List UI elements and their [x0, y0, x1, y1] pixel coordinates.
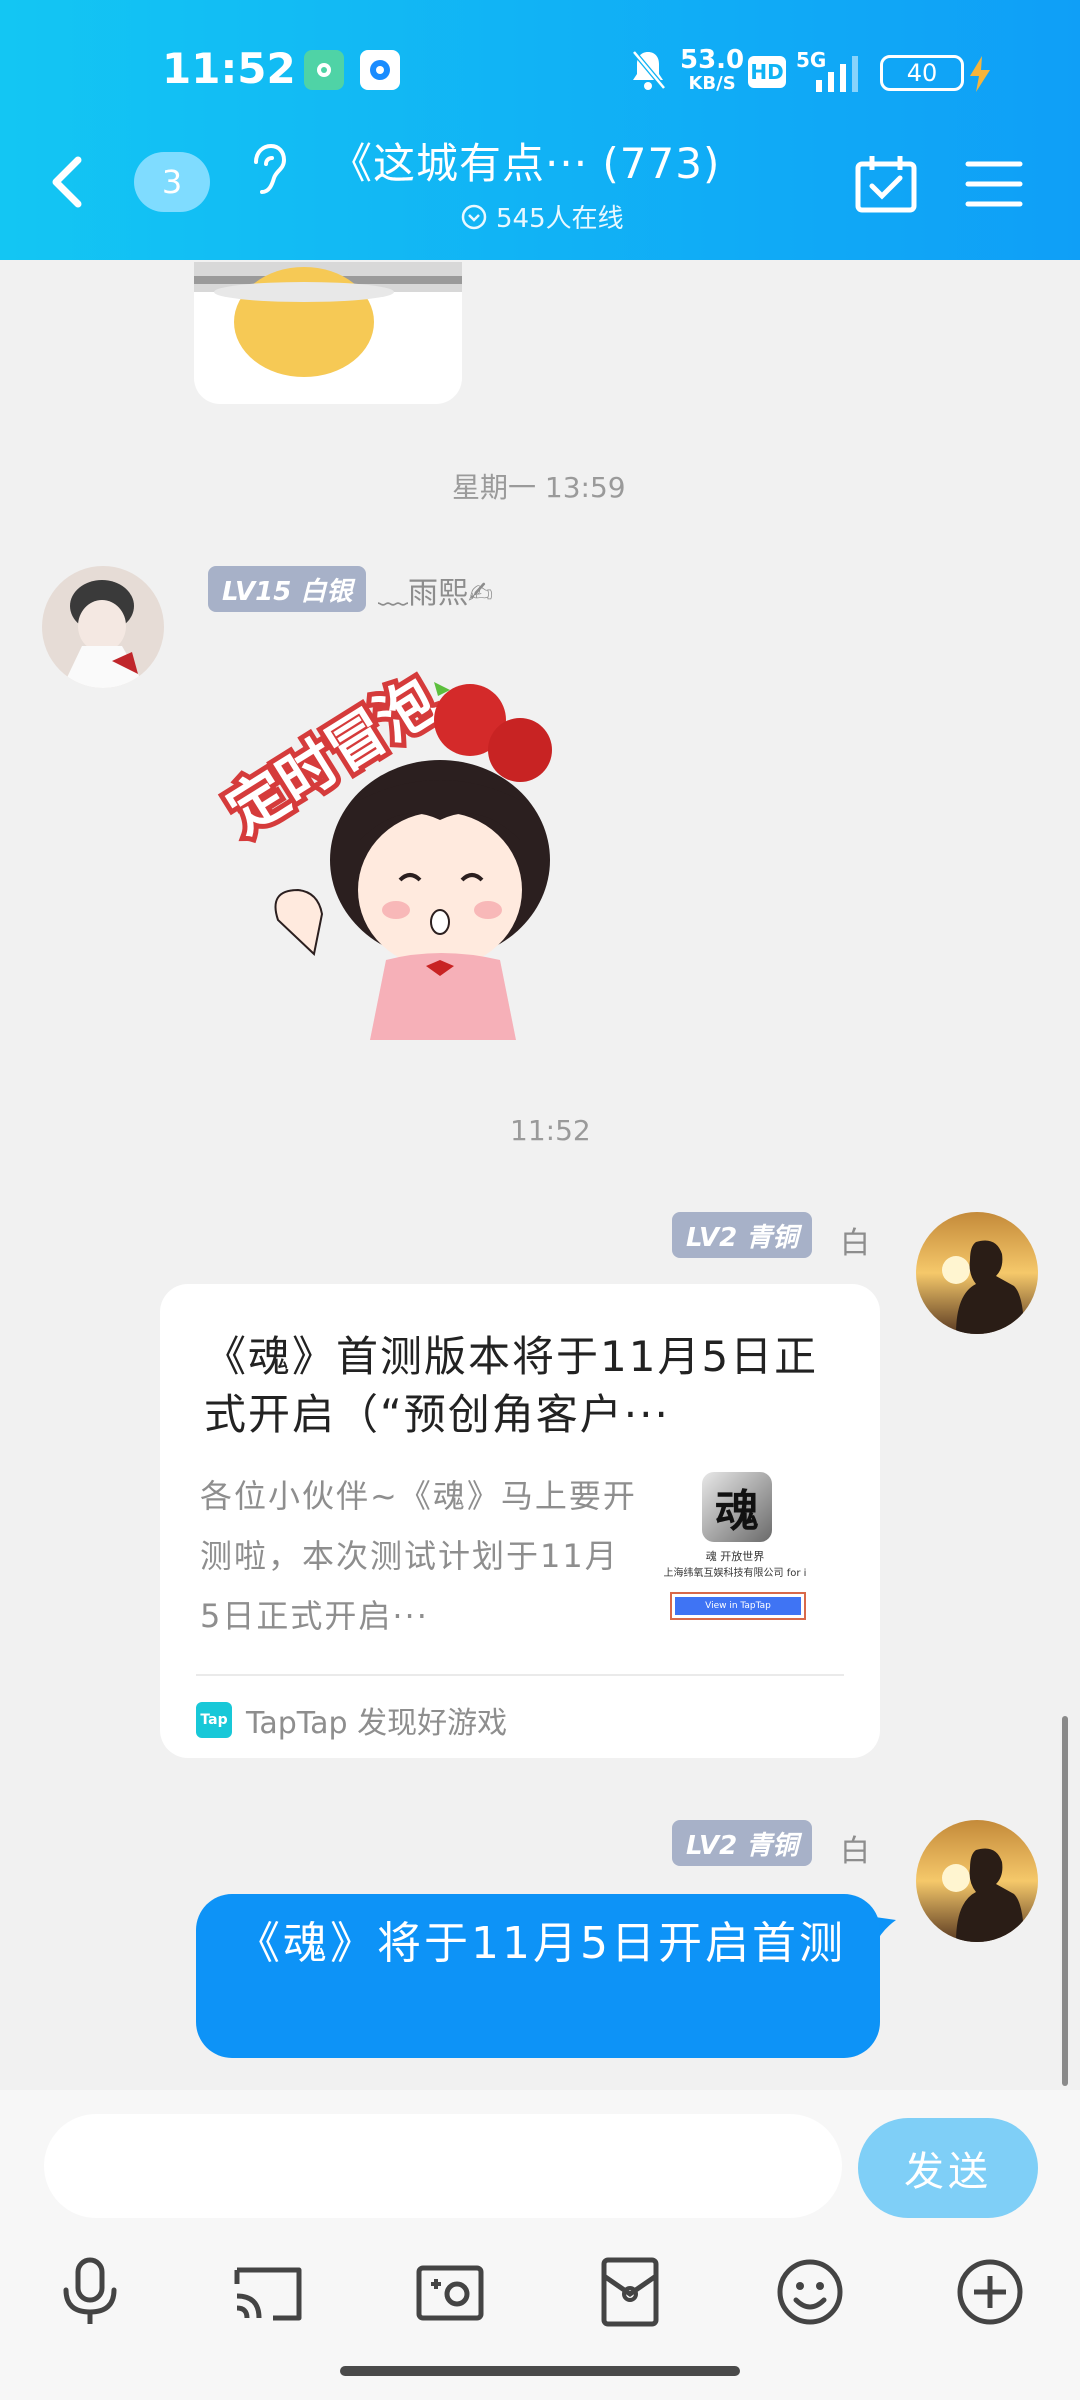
voice-button[interactable] [50, 2252, 130, 2332]
share-card-thumbnail: 魂 魂 开放世界 上海纬氧互娱科技有限公司 for i View in TapT… [660, 1472, 810, 1632]
share-card-description: 各位小伙伴~《魂》马上要开测啦，本次测试计划于11月5日正式开启··· [200, 1477, 637, 1635]
group-title[interactable]: 《这城有点··· (773) [330, 130, 720, 191]
plus-circle-icon [957, 2259, 1023, 2325]
self-avatar-2[interactable] [916, 1820, 1038, 1942]
sender-name-self: 白 [840, 1226, 870, 1261]
home-indicator[interactable] [340, 2366, 740, 2376]
screen-cast-button[interactable] [228, 2252, 308, 2332]
status-time: 11:52 [162, 44, 296, 93]
notification-app-icon [304, 50, 344, 90]
taptap-logo-icon: Tap [196, 1702, 232, 1738]
share-card-source: Tap TapTap 发现好游戏 [196, 1690, 507, 1750]
card-divider [196, 1674, 844, 1676]
chevron-down-circle-icon [461, 204, 487, 229]
online-count: 545人在线 [460, 198, 624, 235]
mute-icon [628, 48, 668, 92]
avatar-image-sunset-2 [916, 1820, 1038, 1942]
self-avatar[interactable] [916, 1212, 1038, 1334]
net-speed: 53.0 KB/S [680, 45, 745, 96]
share-card[interactable]: 《魂》首测版本将于11月5日正式开启（“预创角客户··· 各位小伙伴~《魂》马上… [160, 1284, 880, 1758]
avatar-image [42, 566, 164, 688]
back-button[interactable] [44, 152, 94, 212]
thumb-view-button: View in TapTap [675, 1597, 801, 1615]
menu-button[interactable] [962, 152, 1026, 216]
ear-icon[interactable] [248, 140, 288, 200]
photo-button[interactable] [410, 2252, 490, 2332]
net-speed-unit: KB/S [688, 73, 736, 94]
message-text: 《魂》将于11月5日开启首测 [236, 1918, 846, 1969]
send-button[interactable]: 发送 [858, 2118, 1038, 2218]
thumb-game-name: 魂 开放世界 [705, 1550, 765, 1563]
sticker-message[interactable]: 定时冒泡 定时冒泡 [200, 650, 600, 1050]
sticker-message-partial[interactable] [194, 262, 462, 404]
level-badge-self: LV2 青铜 [672, 1212, 813, 1258]
microphone-icon [63, 2257, 117, 2324]
photo-icon [416, 2265, 484, 2321]
hamburger-menu-icon [965, 161, 1023, 207]
message-timestamp: 星期一 13:59 [452, 471, 626, 504]
signal-icon [812, 54, 864, 94]
thumb-publisher: 上海纬氧互娱科技有限公司 for i [663, 1568, 807, 1579]
game-logo: 魂 [702, 1472, 772, 1542]
sender-name[interactable]: ﹏雨熙✍ [378, 568, 493, 612]
message-input[interactable] [44, 2114, 842, 2218]
online-count-text: 545人在线 [496, 204, 624, 234]
charging-icon [968, 54, 992, 94]
calendar-check-button[interactable] [854, 152, 918, 216]
top-bar: 11:52 53.0 KB/S HD 5G 40 3 《这城有点··· (773… [0, 0, 1080, 260]
smile-icon [777, 2259, 843, 2325]
share-card-source-text: TapTap 发现好游戏 [246, 1706, 508, 1741]
net-speed-value: 53.0 [680, 45, 745, 75]
input-bar: 发送 [0, 2090, 1080, 2400]
unread-count-badge[interactable]: 3 [134, 152, 210, 212]
battery-icon: 40 [880, 55, 964, 91]
cast-icon [234, 2267, 302, 2321]
thumb-button-frame: View in TapTap [670, 1592, 806, 1620]
chevron-left-icon [52, 156, 82, 208]
calendar-check-icon [855, 156, 917, 213]
sticker-girl-image: 定时冒泡 定时冒泡 [211, 661, 552, 1040]
emoji-button[interactable] [770, 2252, 850, 2332]
sender-name-self-2: 白 [840, 1834, 870, 1869]
share-card-title: 《魂》首测版本将于11月5日正式开启（“预创角客户··· [204, 1332, 819, 1439]
avatar-image-sunset [916, 1212, 1038, 1334]
level-badge-self-2: LV2 青铜 [672, 1820, 813, 1866]
message-timestamp-2: 11:52 [510, 1114, 591, 1147]
hd-icon: HD [748, 56, 786, 88]
red-packet-button[interactable] [590, 2252, 670, 2332]
sender-avatar[interactable] [42, 566, 164, 688]
chat-scrollbar[interactable] [1062, 1716, 1068, 2086]
notification-app-icon-2 [360, 50, 400, 90]
level-badge: LV15 白银 [208, 566, 367, 612]
more-button[interactable] [950, 2252, 1030, 2332]
message-bubble[interactable]: 《魂》将于11月5日开启首测 [196, 1894, 880, 2058]
sticker-image [194, 262, 462, 377]
red-packet-icon [601, 2257, 659, 2327]
